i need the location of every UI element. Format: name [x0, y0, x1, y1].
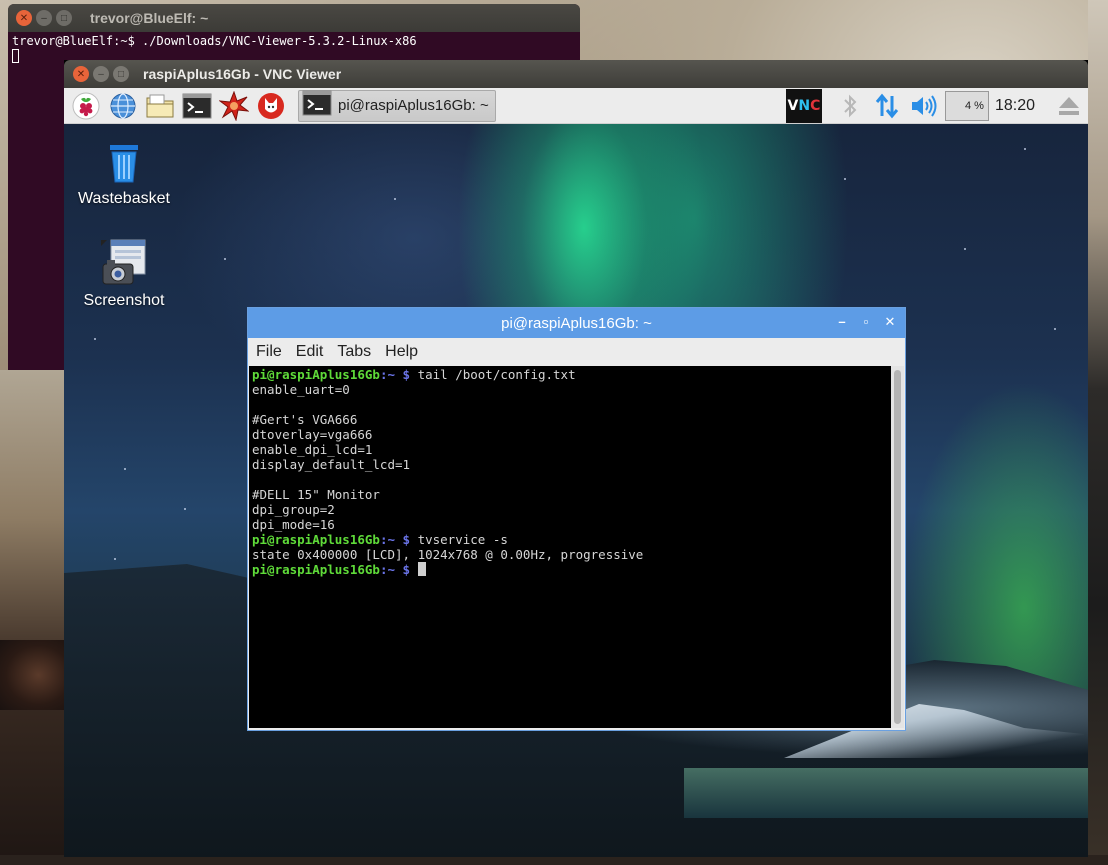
wolfram-icon[interactable]: [256, 91, 286, 121]
pi-panel: pi@raspiAplus16Gb: ~ VNC 4 % 18:20: [64, 88, 1088, 124]
remote-desktop[interactable]: pi@raspiAplus16Gb: ~ VNC 4 % 18:20 Waste…: [64, 88, 1088, 857]
wallpaper-water: [684, 768, 1088, 818]
raspberry-menu-icon[interactable]: [71, 91, 101, 121]
terminal-line: pi@raspiAplus16Gb:~ $ tvservice -s: [252, 532, 508, 547]
host-terminal-prompt: trevor@BlueElf:~$: [12, 34, 135, 48]
wallpaper-star: [114, 558, 116, 560]
vnc-titlebar[interactable]: ✕ – □ raspiAplus16Gb - VNC Viewer: [64, 60, 1088, 88]
minimize-icon[interactable]: –: [93, 66, 109, 82]
terminal-line: enable_uart=0: [252, 382, 350, 397]
volume-icon[interactable]: [909, 91, 939, 121]
minimize-icon[interactable]: –: [835, 314, 849, 330]
desktop-icon-label: Wastebasket: [78, 190, 170, 207]
trash-icon: [69, 136, 179, 184]
terminal-line: state 0x400000 [LCD], 1024x768 @ 0.00Hz,…: [252, 547, 644, 562]
network-icon[interactable]: [872, 91, 902, 121]
desktop-icon-label: Screenshot: [83, 292, 165, 309]
eject-icon[interactable]: [1054, 91, 1084, 121]
menu-help[interactable]: Help: [385, 343, 418, 361]
vnc-window-title: raspiAplus16Gb - VNC Viewer: [143, 66, 342, 82]
host-terminal-titlebar[interactable]: ✕ – □ trevor@BlueElf: ~: [8, 4, 580, 32]
maximize-icon[interactable]: ▫: [859, 314, 873, 330]
wallpaper-star: [844, 178, 846, 180]
wallpaper-star: [224, 258, 226, 260]
wallpaper-star: [184, 508, 186, 510]
cpu-usage-monitor[interactable]: 4 %: [944, 91, 989, 121]
terminal-line: pi@raspiAplus16Gb:~ $: [252, 562, 888, 577]
terminal-line: dpi_group=2: [252, 502, 335, 517]
host-desktop-wallpaper-right: [1088, 0, 1108, 865]
scrollbar-thumb[interactable]: [894, 370, 901, 724]
menu-edit[interactable]: Edit: [296, 343, 324, 361]
bluetooth-icon[interactable]: [835, 91, 865, 121]
host-desktop-wallpaper-left: [0, 370, 64, 865]
terminal-line: pi@raspiAplus16Gb:~ $ tail /boot/config.…: [252, 367, 576, 382]
wallpaper-pipe: [0, 640, 64, 710]
host-terminal-command: ./Downloads/VNC-Viewer-5.3.2-Linux-x86: [134, 34, 417, 48]
host-terminal-title: trevor@BlueElf: ~: [90, 10, 209, 26]
desktop-icon-screenshot[interactable]: Screenshot: [69, 238, 179, 310]
lxterminal-scrollbar[interactable]: [891, 366, 904, 728]
wallpaper-star: [124, 468, 126, 470]
terminal-icon[interactable]: [182, 91, 212, 121]
terminal-icon: [302, 90, 332, 121]
file-manager-icon[interactable]: [145, 91, 175, 121]
terminal-cursor: [12, 49, 19, 63]
taskbar-terminal-button[interactable]: pi@raspiAplus16Gb: ~: [298, 89, 496, 122]
terminal-line: display_default_lcd=1: [252, 457, 411, 472]
menu-file[interactable]: File: [256, 343, 282, 361]
close-icon[interactable]: ✕: [73, 66, 89, 82]
terminal-line: enable_dpi_lcd=1: [252, 442, 373, 457]
maximize-icon[interactable]: □: [56, 10, 72, 26]
vnc-viewer-window[interactable]: ✕ – □ raspiAplus16Gb - VNC Viewer pi@ras…: [64, 60, 1088, 857]
wallpaper-star: [1024, 148, 1026, 150]
lxterminal-titlebar[interactable]: pi@raspiAplus16Gb: ~ – ▫ ✕: [248, 308, 905, 338]
menu-tabs[interactable]: Tabs: [337, 343, 371, 361]
wallpaper-star: [964, 248, 966, 250]
panel-clock[interactable]: 18:20: [995, 97, 1035, 115]
wallpaper-star: [394, 198, 396, 200]
terminal-line: #Gert's VGA666: [252, 412, 358, 427]
lxterminal-menubar: File Edit Tabs Help: [248, 338, 905, 366]
vnc-server-icon[interactable]: VNC: [785, 89, 822, 123]
terminal-line: dtoverlay=vga666: [252, 427, 373, 442]
close-icon[interactable]: ✕: [16, 10, 32, 26]
terminal-cursor: [417, 562, 426, 576]
mathematica-icon[interactable]: [219, 90, 249, 121]
lxterminal-output[interactable]: pi@raspiAplus16Gb:~ $ tail /boot/config.…: [249, 366, 891, 728]
system-tray: VNC 4 % 18:20: [785, 88, 1088, 124]
terminal-line: dpi_mode=16: [252, 517, 335, 532]
taskbar-terminal-label: pi@raspiAplus16Gb: ~: [338, 97, 489, 114]
lxterminal-title: pi@raspiAplus16Gb: ~: [501, 314, 652, 332]
web-browser-icon[interactable]: [108, 91, 138, 121]
camera-icon: [69, 238, 179, 286]
maximize-icon[interactable]: □: [113, 66, 129, 82]
close-icon[interactable]: ✕: [883, 314, 897, 330]
minimize-icon[interactable]: –: [36, 10, 52, 26]
lxterminal-window[interactable]: pi@raspiAplus16Gb: ~ – ▫ ✕ File Edit Tab…: [247, 307, 906, 731]
wallpaper-star: [94, 338, 96, 340]
desktop-icon-wastebasket[interactable]: Wastebasket: [69, 136, 179, 208]
wallpaper-star: [1054, 328, 1056, 330]
terminal-line: #DELL 15" Monitor: [252, 487, 380, 502]
